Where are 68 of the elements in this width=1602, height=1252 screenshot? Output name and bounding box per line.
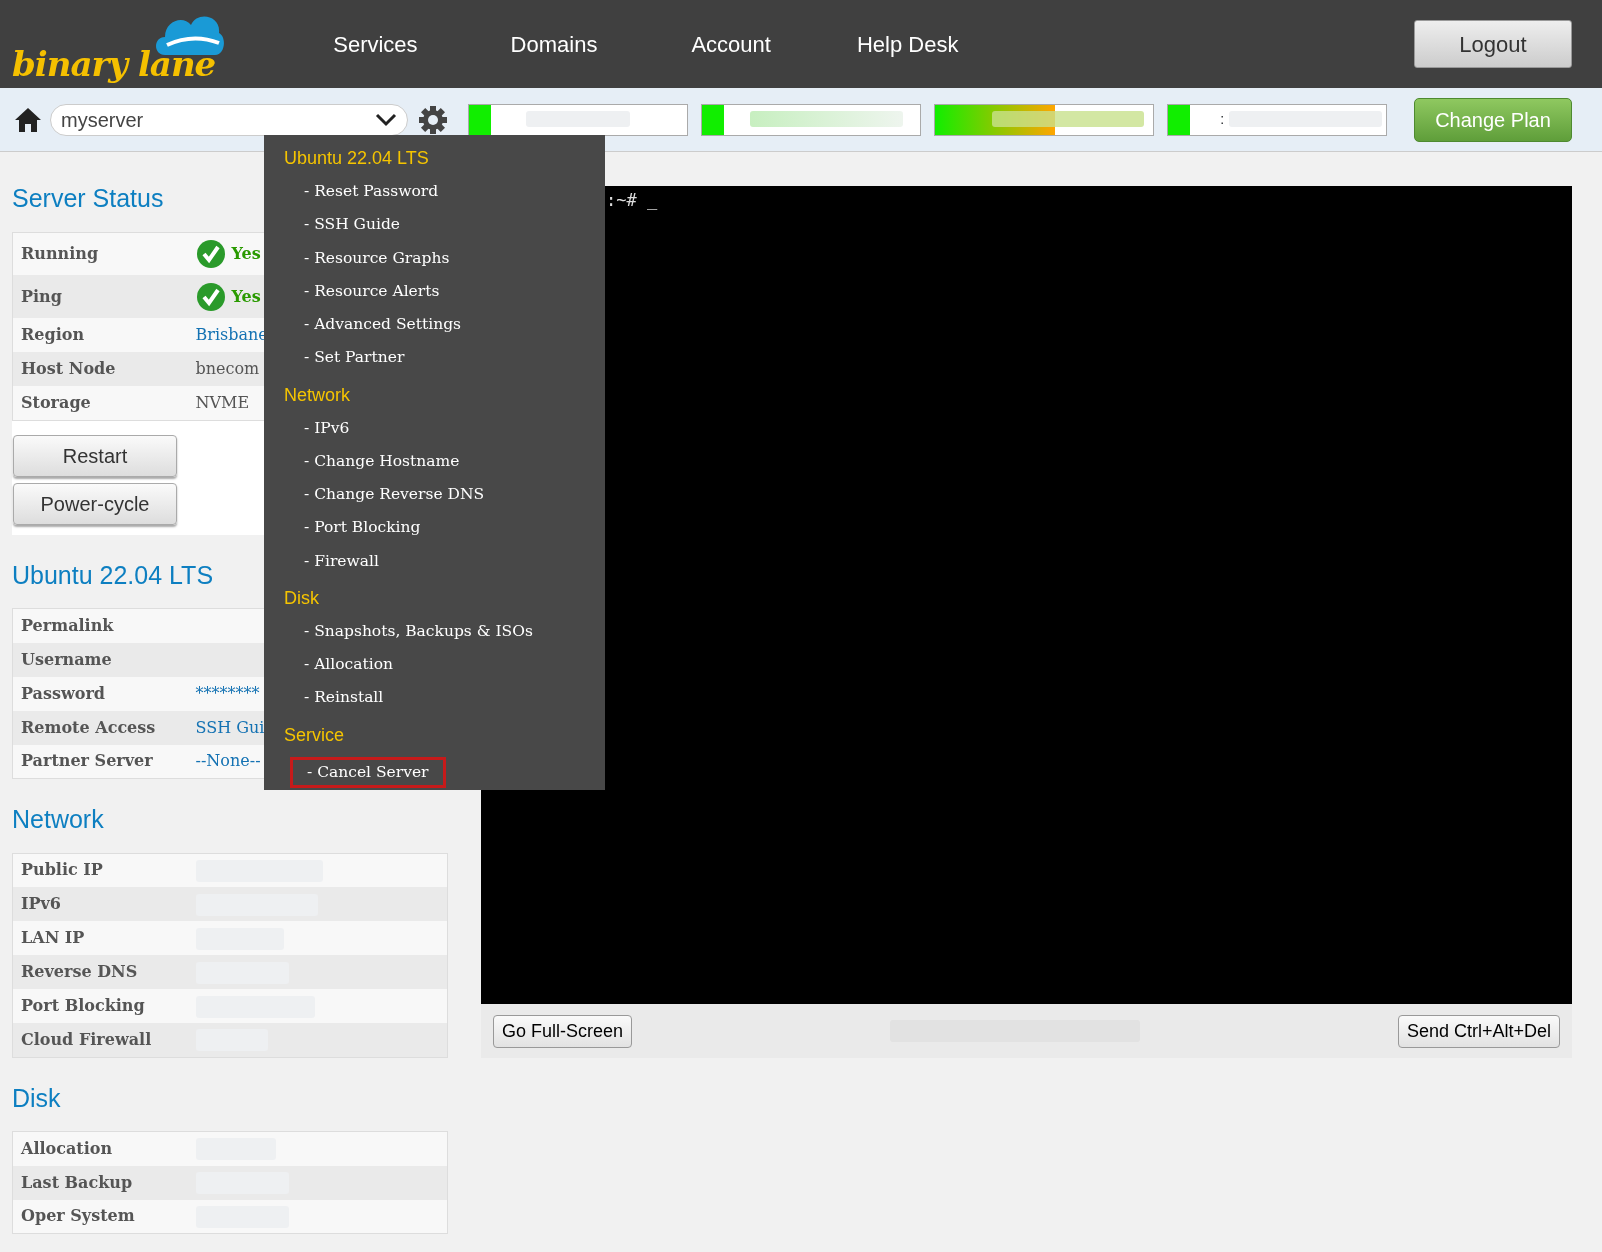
- menu-item[interactable]: - Allocation: [304, 653, 394, 677]
- row-label: Password: [12, 676, 188, 711]
- value-link[interactable]: SSH Gui: [195, 717, 265, 737]
- fullscreen-button[interactable]: Go Full-Screen: [493, 1014, 633, 1048]
- row-label: Last Backup: [12, 1165, 188, 1200]
- menu-item[interactable]: - Advanced Settings: [304, 313, 462, 337]
- row-label: Region: [12, 318, 188, 352]
- menu-item[interactable]: - Resource Alerts: [304, 279, 440, 303]
- value-link[interactable]: ********: [195, 683, 260, 703]
- row-label: Reverse DNS: [12, 955, 188, 989]
- logout-button[interactable]: Logout: [1414, 20, 1572, 68]
- menu-heading: Ubuntu 22.04 LTS: [284, 147, 430, 170]
- chevron-down-icon: [375, 112, 397, 127]
- menu-item[interactable]: - Snapshots, Backups & ISOs: [304, 619, 533, 643]
- menu-item[interactable]: - Reinstall: [304, 686, 384, 710]
- terminal-text: :~# _: [606, 190, 658, 210]
- section-heading: Network: [12, 804, 104, 835]
- value-link[interactable]: Brisbane: [195, 325, 268, 344]
- menu-item[interactable]: - Reset Password: [304, 180, 439, 204]
- check-icon: [195, 281, 226, 312]
- row-label: Partner Server: [12, 744, 188, 779]
- row-label: Public IP: [12, 853, 188, 887]
- nav-link[interactable]: Services: [333, 27, 418, 61]
- section-heading: Disk: [12, 1082, 61, 1114]
- row-label: Oper System: [12, 1199, 188, 1234]
- row-label: Ping: [12, 275, 188, 318]
- menu-item[interactable]: - Port Blocking: [304, 516, 421, 540]
- check-icon: [195, 238, 226, 269]
- ctrl-alt-del-button[interactable]: Send Ctrl+Alt+Del: [1397, 1014, 1560, 1048]
- action-button[interactable]: Power-cycle: [13, 482, 177, 525]
- section-heading: Server Status: [12, 183, 164, 214]
- menu-heading: Service: [284, 723, 346, 747]
- home-icon[interactable]: [14, 106, 42, 133]
- meter-text: :: [1220, 109, 1225, 129]
- nav-link[interactable]: Help Desk: [856, 27, 959, 61]
- row-label: Cloud Firewall: [12, 1023, 188, 1057]
- row-label: Port Blocking: [12, 989, 188, 1023]
- menu-item[interactable]: - Firewall: [304, 549, 379, 573]
- row-label: Running: [12, 232, 188, 275]
- status-value: Yes: [231, 286, 261, 305]
- menu-item[interactable]: - Set Partner: [304, 346, 405, 370]
- server-select[interactable]: myserver: [50, 103, 408, 136]
- value-link[interactable]: --None--: [195, 751, 261, 771]
- menu-item[interactable]: - Change Reverse DNS: [304, 483, 485, 507]
- row-label: Host Node: [12, 352, 188, 386]
- nav-link[interactable]: Domains: [510, 27, 598, 61]
- section-heading: Ubuntu 22.04 LTS: [12, 559, 214, 591]
- menu-item[interactable]: - SSH Guide: [304, 213, 400, 237]
- row-label: Remote Access: [12, 710, 188, 745]
- menu-item[interactable]: - Resource Graphs: [304, 246, 450, 270]
- action-button[interactable]: Restart: [13, 434, 177, 477]
- row-label: Storage: [12, 386, 188, 420]
- menu-item[interactable]: - Change Hostname: [304, 449, 460, 473]
- menu-item[interactable]: - IPv6: [304, 416, 350, 440]
- logo-text: binary lane: [12, 47, 216, 81]
- status-value: Yes: [231, 243, 261, 263]
- row-label: Permalink: [12, 608, 188, 643]
- row-label: LAN IP: [12, 921, 188, 955]
- menu-heading: Network: [284, 383, 351, 407]
- row-label: Username: [12, 642, 188, 677]
- row-label: IPv6: [12, 887, 188, 921]
- table-cell: bnecom: [195, 359, 260, 378]
- menu-heading: Disk: [284, 586, 320, 610]
- menu-item[interactable]: - Cancel Server: [290, 756, 446, 788]
- nav-link[interactable]: Account: [691, 27, 771, 61]
- row-label: Allocation: [12, 1131, 188, 1166]
- table-cell: NVME: [195, 392, 250, 412]
- gear-icon[interactable]: [418, 104, 448, 135]
